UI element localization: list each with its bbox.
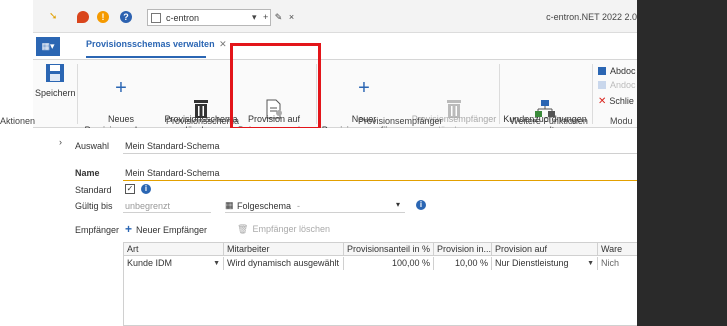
auswahl-underline — [123, 153, 637, 154]
trash-icon: 🗑 — [237, 224, 249, 234]
chat-bubble-icon[interactable] — [77, 11, 89, 23]
column-header-anteil[interactable]: Provisionsanteil in % — [344, 243, 434, 256]
name-field[interactable]: Mein Standard-Schema — [125, 168, 220, 178]
title-bar: ➘ ! ? c-entron ▾ + ✎ × c-entron.NET 2022… — [33, 0, 637, 33]
new-recipient-label: Neuer Empfänger — [136, 225, 208, 235]
app-menu-button[interactable]: ▦▾ — [36, 37, 60, 56]
column-header-provision-in[interactable]: Provision in... — [434, 243, 492, 256]
column-header-ware[interactable]: Ware — [598, 243, 638, 256]
info-icon[interactable]: i — [416, 200, 426, 210]
combo-value: c-entron — [166, 13, 200, 23]
help-icon[interactable]: ? — [120, 11, 132, 23]
cell-ware[interactable]: Nich — [598, 257, 638, 270]
gueltig-underline — [123, 212, 211, 213]
abdoc-button[interactable]: Abdoc — [598, 66, 636, 76]
tab-strip: ▦▾ Provisionsschemas verwalten ✕ — [33, 33, 637, 60]
app-title: c-entron.NET 2022 2.0 — [546, 12, 637, 22]
recipients-grid: Art Mitarbeiter Provisionsanteil in % Pr… — [123, 242, 637, 326]
main-content: › Auswahl Mein Standard-Schema Name Mein… — [33, 128, 637, 326]
abdoc-label: Abdoc — [610, 66, 636, 76]
table-row[interactable]: Kunde IDM ▼ Wird dynamisch ausgewählt 100… — [124, 257, 637, 270]
group-separator — [592, 64, 593, 124]
pin-icon[interactable]: ➘ — [49, 12, 59, 22]
column-header-provision-auf[interactable]: Provision auf — [492, 243, 598, 256]
chevron-down-icon[interactable]: ▾ — [396, 200, 400, 209]
standard-label: Standard — [75, 185, 112, 195]
group-label-weitere: Weitere Funktionen — [510, 116, 588, 126]
close-module-label: Schlie — [609, 96, 634, 106]
close-icon[interactable]: ✕ — [219, 39, 227, 49]
new-recipient-button[interactable]: + Neuer Empfänger — [125, 222, 207, 237]
folgeschema-field[interactable]: - — [297, 201, 300, 211]
new-schema-button[interactable]: + Neues Provisionsschema — [81, 66, 161, 136]
cell-mitarbeiter[interactable]: Wird dynamisch ausgewählt — [224, 257, 344, 270]
group-label-provisionsschema: Provisionsschema — [166, 116, 240, 126]
grid-header: Art Mitarbeiter Provisionsanteil in % Pr… — [124, 243, 637, 256]
chevron-down-icon[interactable]: ▼ — [587, 257, 594, 270]
group-label-aktionen: Aktionen — [0, 116, 36, 126]
andoc-icon — [598, 81, 606, 89]
auswahl-label: Auswahl — [75, 141, 110, 151]
andoc-button[interactable]: Andoc — [598, 80, 636, 90]
left-margin — [0, 0, 33, 326]
org-chart-icon — [499, 77, 591, 117]
delete-recipient-button[interactable]: 🗑 Empfänger löschen — [237, 222, 330, 237]
group-separator — [77, 64, 78, 124]
folgeschema-underline — [225, 212, 405, 213]
cell-mitarbeiter-value: Wird dynamisch ausgewählt — [227, 258, 340, 268]
plus-icon: + — [358, 77, 370, 99]
group-label-modul: Modu — [610, 116, 633, 126]
combo-tools[interactable]: ▾ + ✎ × — [252, 12, 296, 23]
save-icon — [35, 62, 75, 84]
info-icon[interactable]: i — [141, 184, 151, 194]
ribbon: Speichern + Neues Provisionsschema Provi… — [33, 60, 637, 135]
tab-label: Provisionsschemas verwalten — [86, 39, 215, 49]
column-header-art[interactable]: Art — [124, 243, 224, 256]
cell-provision-auf-value: Nur Dienstleistung — [495, 258, 569, 268]
cell-provision-in[interactable]: 10,00 % — [434, 257, 492, 270]
standard-checkbox[interactable]: ✓ — [125, 184, 135, 194]
andoc-label: Andoc — [610, 80, 636, 90]
save-label: Speichern — [35, 88, 76, 98]
group-label-provisionsempfaenger: Provisionsempfänger — [358, 116, 443, 126]
name-underline — [123, 180, 637, 181]
chevron-right-icon[interactable]: › — [59, 137, 62, 147]
tab-provisionsschemas[interactable]: Provisionsschemas verwalten ✕ — [86, 39, 227, 50]
calendar-icon: ▦ — [225, 200, 234, 210]
gueltig-field[interactable]: unbegrenzt — [125, 201, 170, 211]
active-tab-indicator — [86, 56, 206, 58]
cell-art-value: Kunde IDM — [127, 258, 173, 268]
empfaenger-label: Empfänger — [75, 225, 120, 235]
gueltig-label: Gültig bis — [75, 201, 113, 211]
delete-recipient-label: Empfänger löschen — [252, 224, 330, 234]
dark-background-panel — [637, 0, 727, 326]
cell-provision-auf[interactable]: Nur Dienstleistung ▼ — [492, 257, 598, 270]
name-label: Name — [75, 168, 100, 178]
save-button[interactable]: Speichern — [35, 62, 76, 99]
cell-anteil[interactable]: 100,00 % — [344, 257, 434, 270]
plus-icon: + — [115, 77, 127, 99]
trash-icon — [409, 77, 499, 118]
cell-art[interactable]: Kunde IDM ▼ — [124, 257, 224, 270]
abdoc-icon — [598, 67, 606, 75]
warning-icon[interactable]: ! — [97, 11, 109, 23]
combo-icon — [151, 13, 161, 23]
chevron-down-icon[interactable]: ▼ — [213, 257, 220, 270]
close-icon: ✕ — [598, 96, 607, 107]
folgeschema-label: Folgeschema — [237, 201, 292, 211]
auswahl-field[interactable]: Mein Standard-Schema — [125, 141, 220, 151]
plus-icon: + — [125, 222, 133, 236]
column-header-mitarbeiter[interactable]: Mitarbeiter — [224, 243, 344, 256]
highlight-frame — [230, 43, 321, 130]
close-module-button[interactable]: ✕ Schlie — [598, 96, 634, 107]
